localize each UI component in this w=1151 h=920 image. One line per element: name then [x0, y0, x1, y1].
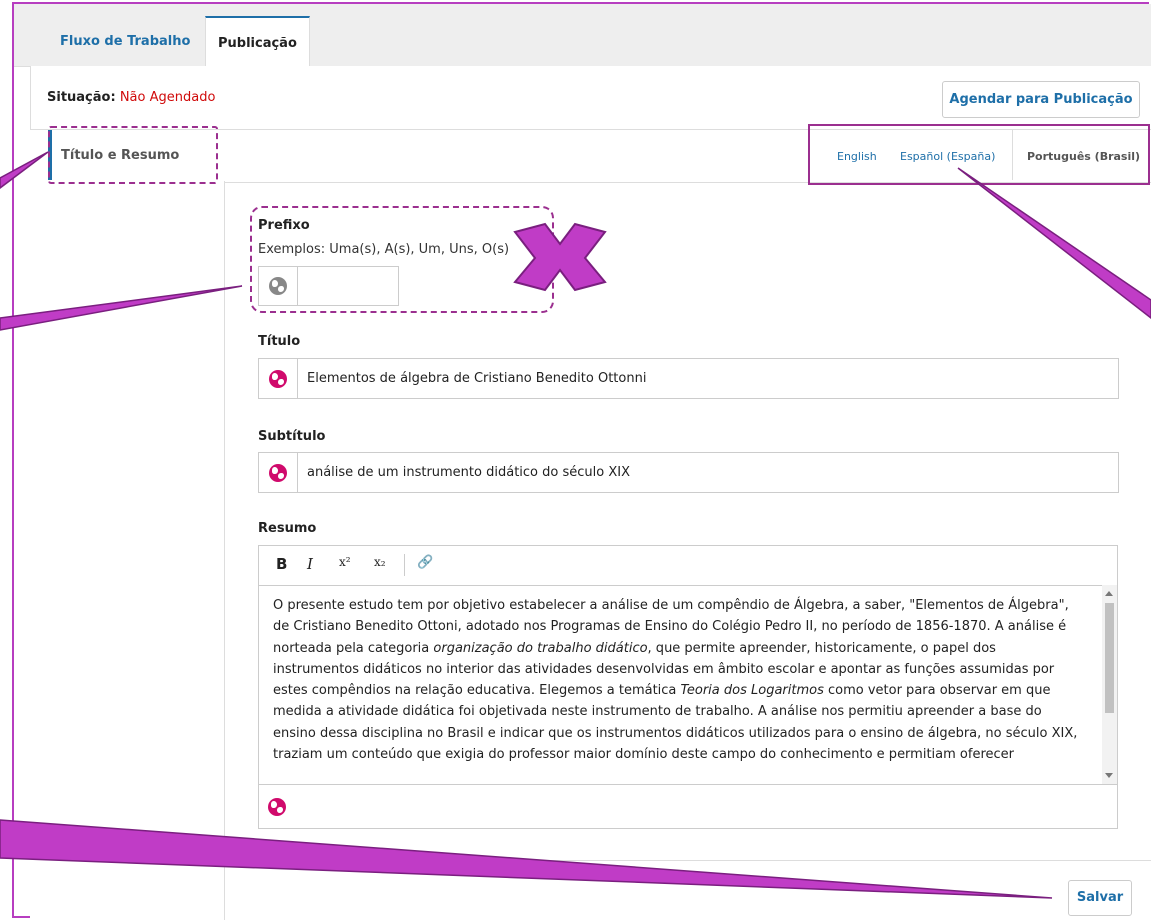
annotation-overlay [0, 151, 1151, 899]
annotation-arrow-prefix [0, 285, 243, 331]
annotation-arrow-locales [957, 167, 1151, 319]
close-x-icon [513, 222, 607, 292]
annotation-arrow-save [0, 819, 1053, 899]
annotation-arrow-section [0, 151, 49, 189]
